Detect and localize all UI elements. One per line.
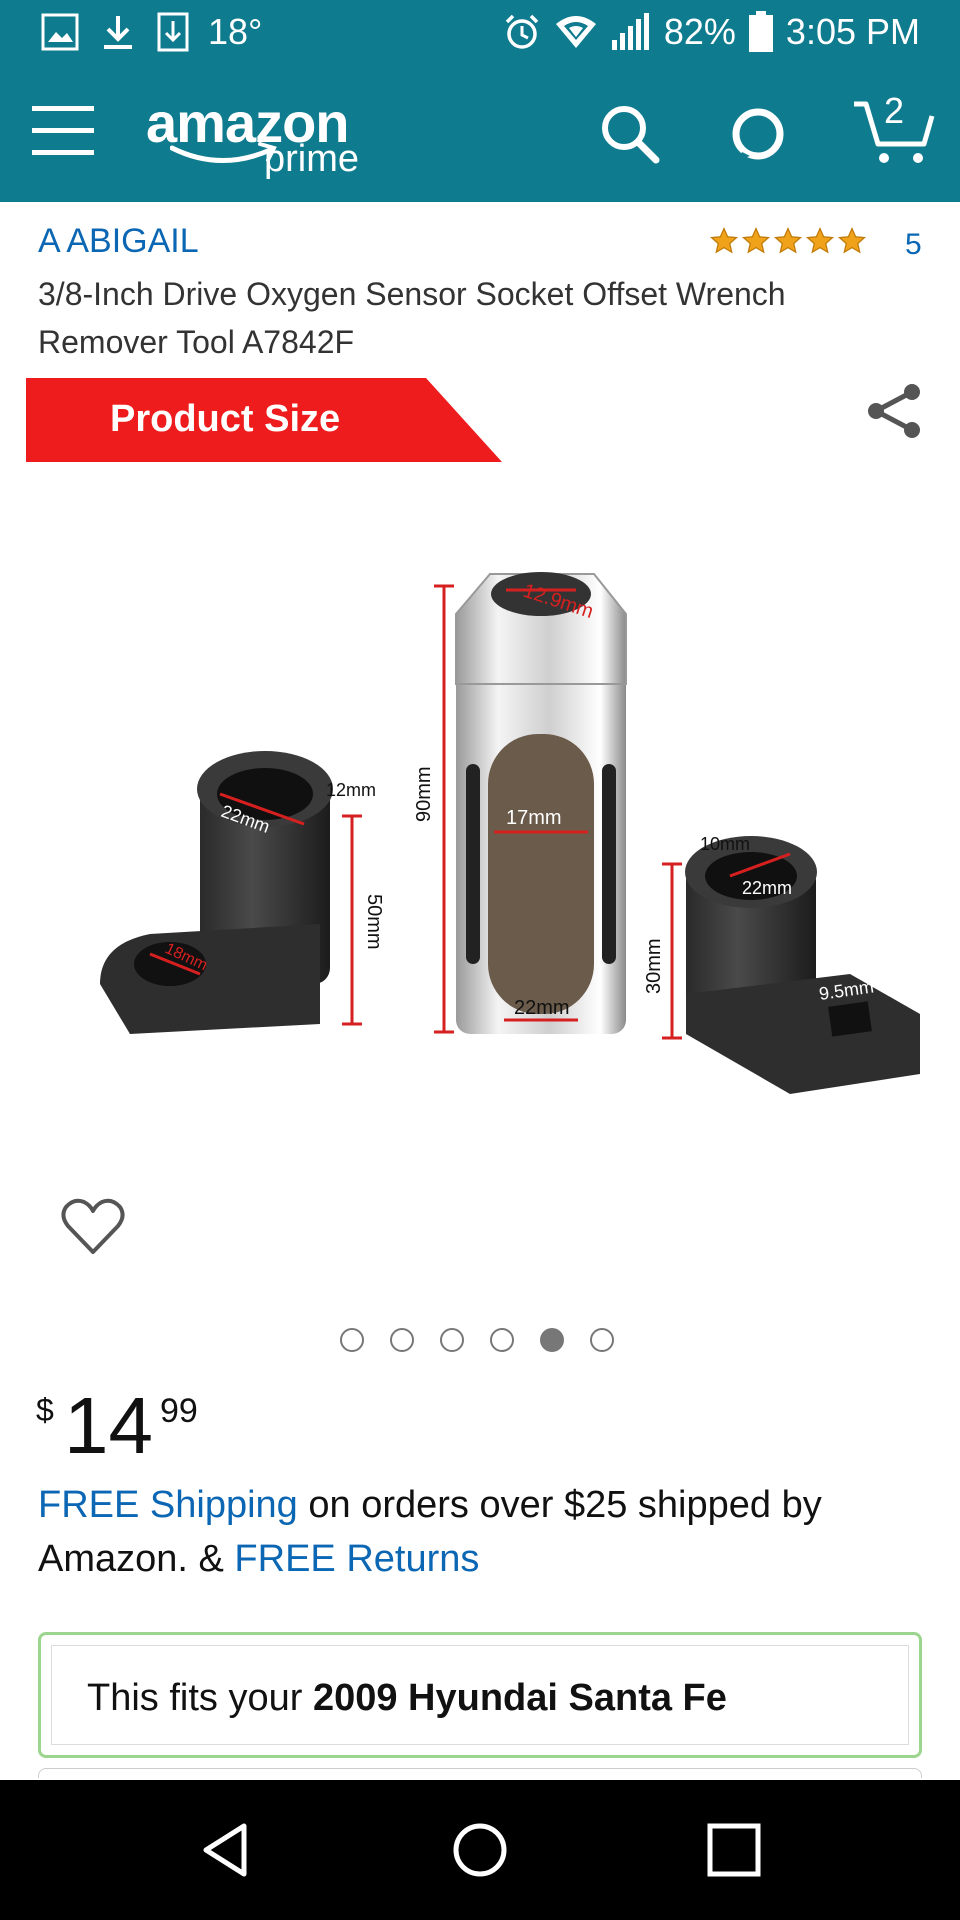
product-image-carousel[interactable]: Product Size 12.9mm 17mm 22mm 90mm 22mm …	[0, 374, 960, 1294]
carousel-dots	[340, 1328, 614, 1352]
download-box-icon	[157, 12, 189, 52]
banner-text: Product Size	[110, 398, 341, 440]
wifi-icon	[555, 16, 596, 48]
star-rating[interactable]	[708, 226, 868, 256]
carousel-dot[interactable]	[590, 1328, 614, 1352]
fit-prefix: This fits your	[87, 1677, 313, 1719]
alarm-icon	[505, 14, 539, 49]
carousel-dot[interactable]	[390, 1328, 414, 1352]
product-photo: 12.9mm 17mm 22mm 90mm 22mm 12mm 18mm 50m…	[100, 572, 920, 1094]
navigation-bar	[0, 1780, 960, 1920]
battery-percent: 82%	[663, 11, 736, 52]
brand-link[interactable]: A ABIGAIL	[38, 222, 199, 261]
dim-center-inner: 17mm	[506, 807, 562, 829]
carousel-dot[interactable]	[490, 1328, 514, 1352]
star-icon	[709, 226, 739, 254]
carousel-dot[interactable]	[440, 1328, 464, 1352]
vehicle-fit-text: This fits your 2009 Hyundai Santa Fe	[87, 1677, 727, 1720]
right-socket: 22mm 10mm 9.5mm	[685, 834, 920, 1094]
heart-icon[interactable]	[60, 1196, 126, 1258]
carousel-dot[interactable]	[340, 1328, 364, 1352]
fit-vehicle: 2009 Hyundai Santa Fe	[312, 1677, 727, 1719]
rating-count[interactable]: 5	[905, 228, 922, 262]
next-card-edge	[38, 1768, 922, 1778]
cart-count: 2	[884, 90, 905, 131]
dim-center-bottom: 22mm	[514, 997, 570, 1019]
center-socket: 12.9mm 17mm 22mm	[455, 572, 627, 1034]
recent-apps-icon[interactable]	[704, 1820, 764, 1880]
price-currency: $	[36, 1392, 54, 1428]
price-fraction: 99	[160, 1392, 198, 1430]
home-icon[interactable]	[450, 1820, 510, 1880]
dim-left-side: 12mm	[326, 780, 376, 800]
dim-right-inner: 22mm	[742, 878, 792, 898]
vehicle-fit-box[interactable]: This fits your 2009 Hyundai Santa Fe	[38, 1632, 922, 1758]
alexa-icon[interactable]	[728, 104, 788, 164]
logo-prime: prime	[264, 138, 360, 180]
free-returns-link[interactable]: FREE Returns	[234, 1538, 479, 1580]
price-whole: 14	[64, 1381, 153, 1470]
status-bar: 18° 82% 3:05 PM	[0, 0, 960, 64]
dim-left-height: 50mm	[363, 894, 385, 950]
amazon-prime-logo[interactable]: amazon prime	[146, 91, 416, 184]
app-header: amazon prime 2	[0, 64, 960, 202]
gallery-icon	[41, 13, 79, 51]
star-icon	[805, 226, 835, 254]
download-icon	[104, 16, 132, 49]
search-icon[interactable]	[600, 104, 660, 164]
battery-icon	[748, 11, 773, 52]
left-socket: 22mm 12mm 18mm	[100, 751, 376, 1034]
signal-icon	[611, 13, 649, 50]
dim-right-side: 10mm	[700, 834, 750, 854]
share-icon[interactable]	[864, 380, 926, 442]
product-title: 3/8-Inch Drive Oxygen Sensor Socket Offs…	[38, 276, 786, 360]
star-icon	[741, 226, 771, 254]
clock: 3:05 PM	[785, 11, 920, 52]
star-icon	[837, 226, 867, 254]
dim-right-height: 30mm	[643, 938, 665, 994]
temperature: 18°	[208, 11, 263, 52]
dim-height-center: 90mm	[413, 766, 435, 822]
star-icon	[773, 226, 803, 254]
shipping-info: FREE Shipping on orders over $25 shipped…	[38, 1478, 928, 1586]
carousel-dot-active[interactable]	[540, 1328, 564, 1352]
back-icon[interactable]	[196, 1820, 256, 1880]
menu-icon[interactable]	[30, 100, 96, 160]
product-size-banner: Product Size	[26, 378, 506, 464]
free-shipping-link[interactable]: FREE Shipping	[38, 1484, 298, 1526]
